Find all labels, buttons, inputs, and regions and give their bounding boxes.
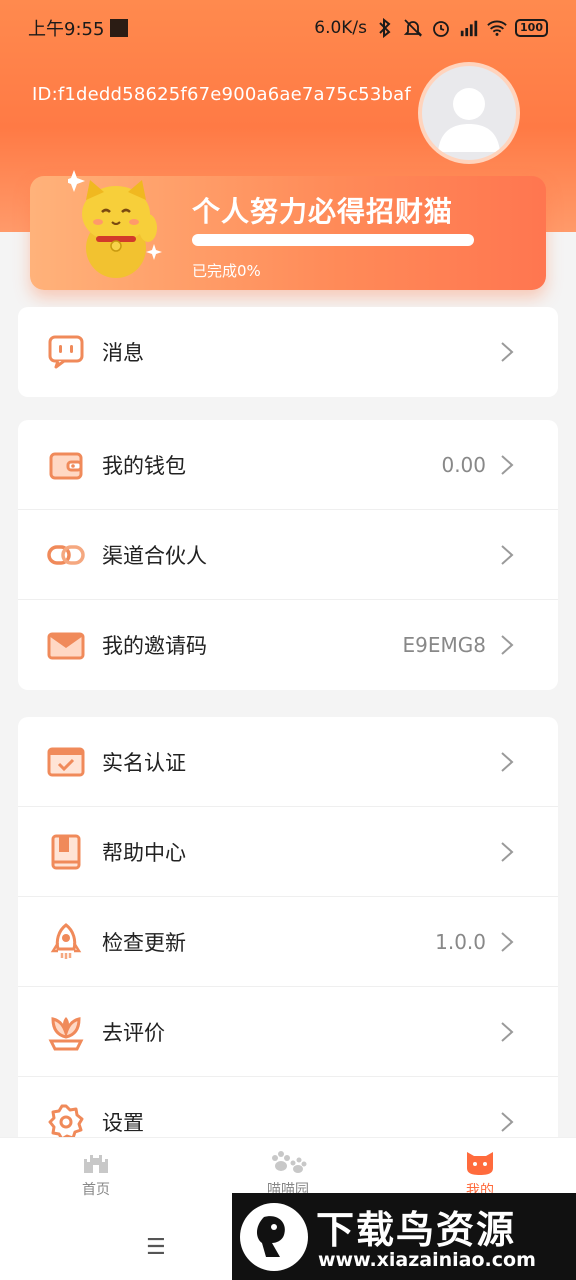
menu-item-label: 渠道合伙人 <box>102 543 207 568</box>
menu-item-label: 去评价 <box>102 1020 165 1045</box>
menu-group-general: 实名认证 帮助中心 检查更新 1.0.0 去评价 设置 <box>18 717 558 1137</box>
menu-item-label: 设置 <box>102 1111 144 1135</box>
banner-title: 个人努力必得招财猫 <box>192 195 454 228</box>
menu-item-label: 我的邀请码 <box>102 634 207 658</box>
chevron-right-icon <box>501 1021 514 1042</box>
avatar[interactable] <box>418 62 520 164</box>
tab-label: 首页 <box>82 1181 110 1198</box>
flower-icon <box>46 1012 86 1052</box>
battery-icon: 100 <box>515 19 548 37</box>
gear-icon <box>46 1102 86 1137</box>
status-bar: 上午9:55 6.0K/s 100 <box>0 0 576 56</box>
link-icon <box>46 535 86 575</box>
wallet-balance: 0.00 <box>441 452 486 477</box>
menu-item-channel-partner[interactable]: 渠道合伙人 <box>18 510 558 600</box>
menu-item-messages[interactable]: 消息 <box>18 307 558 397</box>
wifi-icon <box>487 18 507 38</box>
menu-item-settings[interactable]: 设置 <box>18 1077 558 1137</box>
menu-item-label: 检查更新 <box>102 930 186 955</box>
bluetooth-icon <box>375 18 395 38</box>
envelope-icon <box>46 625 86 665</box>
menu-item-label: 消息 <box>102 341 144 365</box>
user-id: ID:f1dedd58625f67e900a6ae7a75c53baf <box>32 84 411 105</box>
default-avatar-icon <box>422 66 516 160</box>
menu-item-real-name-verify[interactable]: 实名认证 <box>18 717 558 807</box>
bird-logo-icon <box>240 1203 308 1271</box>
lucky-cat-banner[interactable]: 个人努力必得招财猫 已完成0% <box>30 170 546 290</box>
menu-item-wallet[interactable]: 我的钱包 0.00 <box>18 420 558 510</box>
menu-item-label: 实名认证 <box>102 750 186 775</box>
lucky-cat-icon <box>63 166 164 282</box>
menu-item-rate-app[interactable]: 去评价 <box>18 987 558 1077</box>
chevron-right-icon <box>501 635 514 655</box>
menu-icon[interactable]: ☰ <box>146 1235 166 1260</box>
menu-item-invite-code[interactable]: 我的邀请码 E9EMG8 <box>18 600 558 690</box>
network-speed: 6.0K/s <box>314 18 368 38</box>
invite-code-value: E9EMG8 <box>402 633 486 657</box>
castle-icon <box>84 1154 108 1173</box>
watermark: 下载鸟资源 www.xiazainiao.com <box>232 1193 576 1280</box>
chevron-right-icon <box>501 931 514 952</box>
status-time: 上午9:55 <box>28 19 105 40</box>
paw-icon <box>272 1150 307 1173</box>
signal-icon <box>459 18 479 38</box>
chevron-right-icon <box>501 454 514 475</box>
cat-face-icon <box>467 1151 493 1175</box>
menu-item-label: 帮助中心 <box>102 840 186 865</box>
app-version: 1.0.0 <box>435 929 486 954</box>
mute-bell-icon <box>403 18 423 38</box>
menu-group-messages: 消息 <box>18 307 558 397</box>
wallet-icon <box>46 445 86 485</box>
chevron-right-icon <box>501 1112 514 1132</box>
watermark-title: 下载鸟资源 <box>316 1208 517 1252</box>
menu-item-label: 我的钱包 <box>102 453 186 478</box>
watermark-url: www.xiazainiao.com <box>318 1249 536 1271</box>
notification-icon <box>110 19 129 37</box>
menu-item-help-center[interactable]: 帮助中心 <box>18 807 558 897</box>
chevron-right-icon <box>501 544 514 565</box>
message-icon <box>46 332 86 372</box>
progress-text: 已完成0% <box>192 262 261 280</box>
rocket-icon <box>46 922 86 962</box>
chevron-right-icon <box>501 841 514 862</box>
menu-group-finance: 我的钱包 0.00 渠道合伙人 我的邀请码 E9EMG8 <box>18 420 558 690</box>
tab-home[interactable]: 首页 <box>0 1138 192 1209</box>
progress-bar <box>192 234 474 246</box>
chevron-right-icon <box>501 751 514 772</box>
menu-item-check-update[interactable]: 检查更新 1.0.0 <box>18 897 558 987</box>
chevron-right-icon <box>501 342 514 362</box>
alarm-icon <box>431 18 451 38</box>
id-card-check-icon <box>46 742 86 782</box>
book-icon <box>46 832 86 872</box>
